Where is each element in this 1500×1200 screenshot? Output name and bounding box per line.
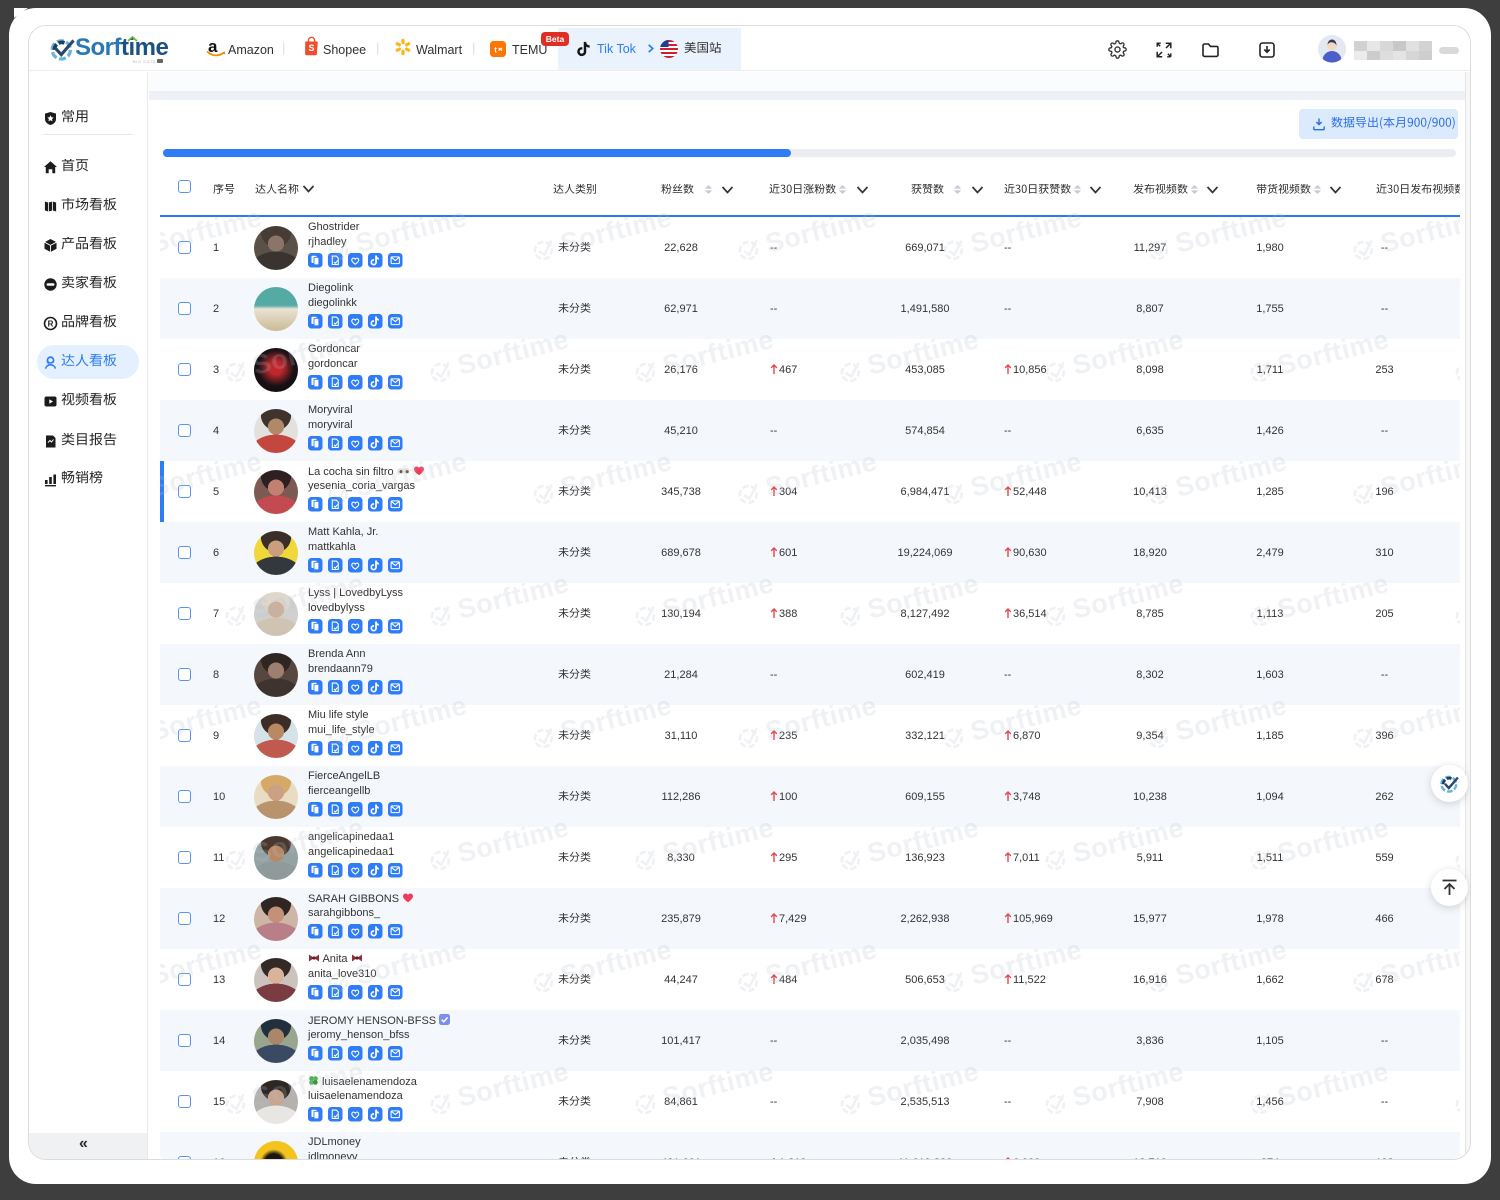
- svg-text:R: R: [48, 319, 54, 328]
- svg-text:S: S: [308, 43, 314, 53]
- svg-text:t: t: [494, 46, 497, 55]
